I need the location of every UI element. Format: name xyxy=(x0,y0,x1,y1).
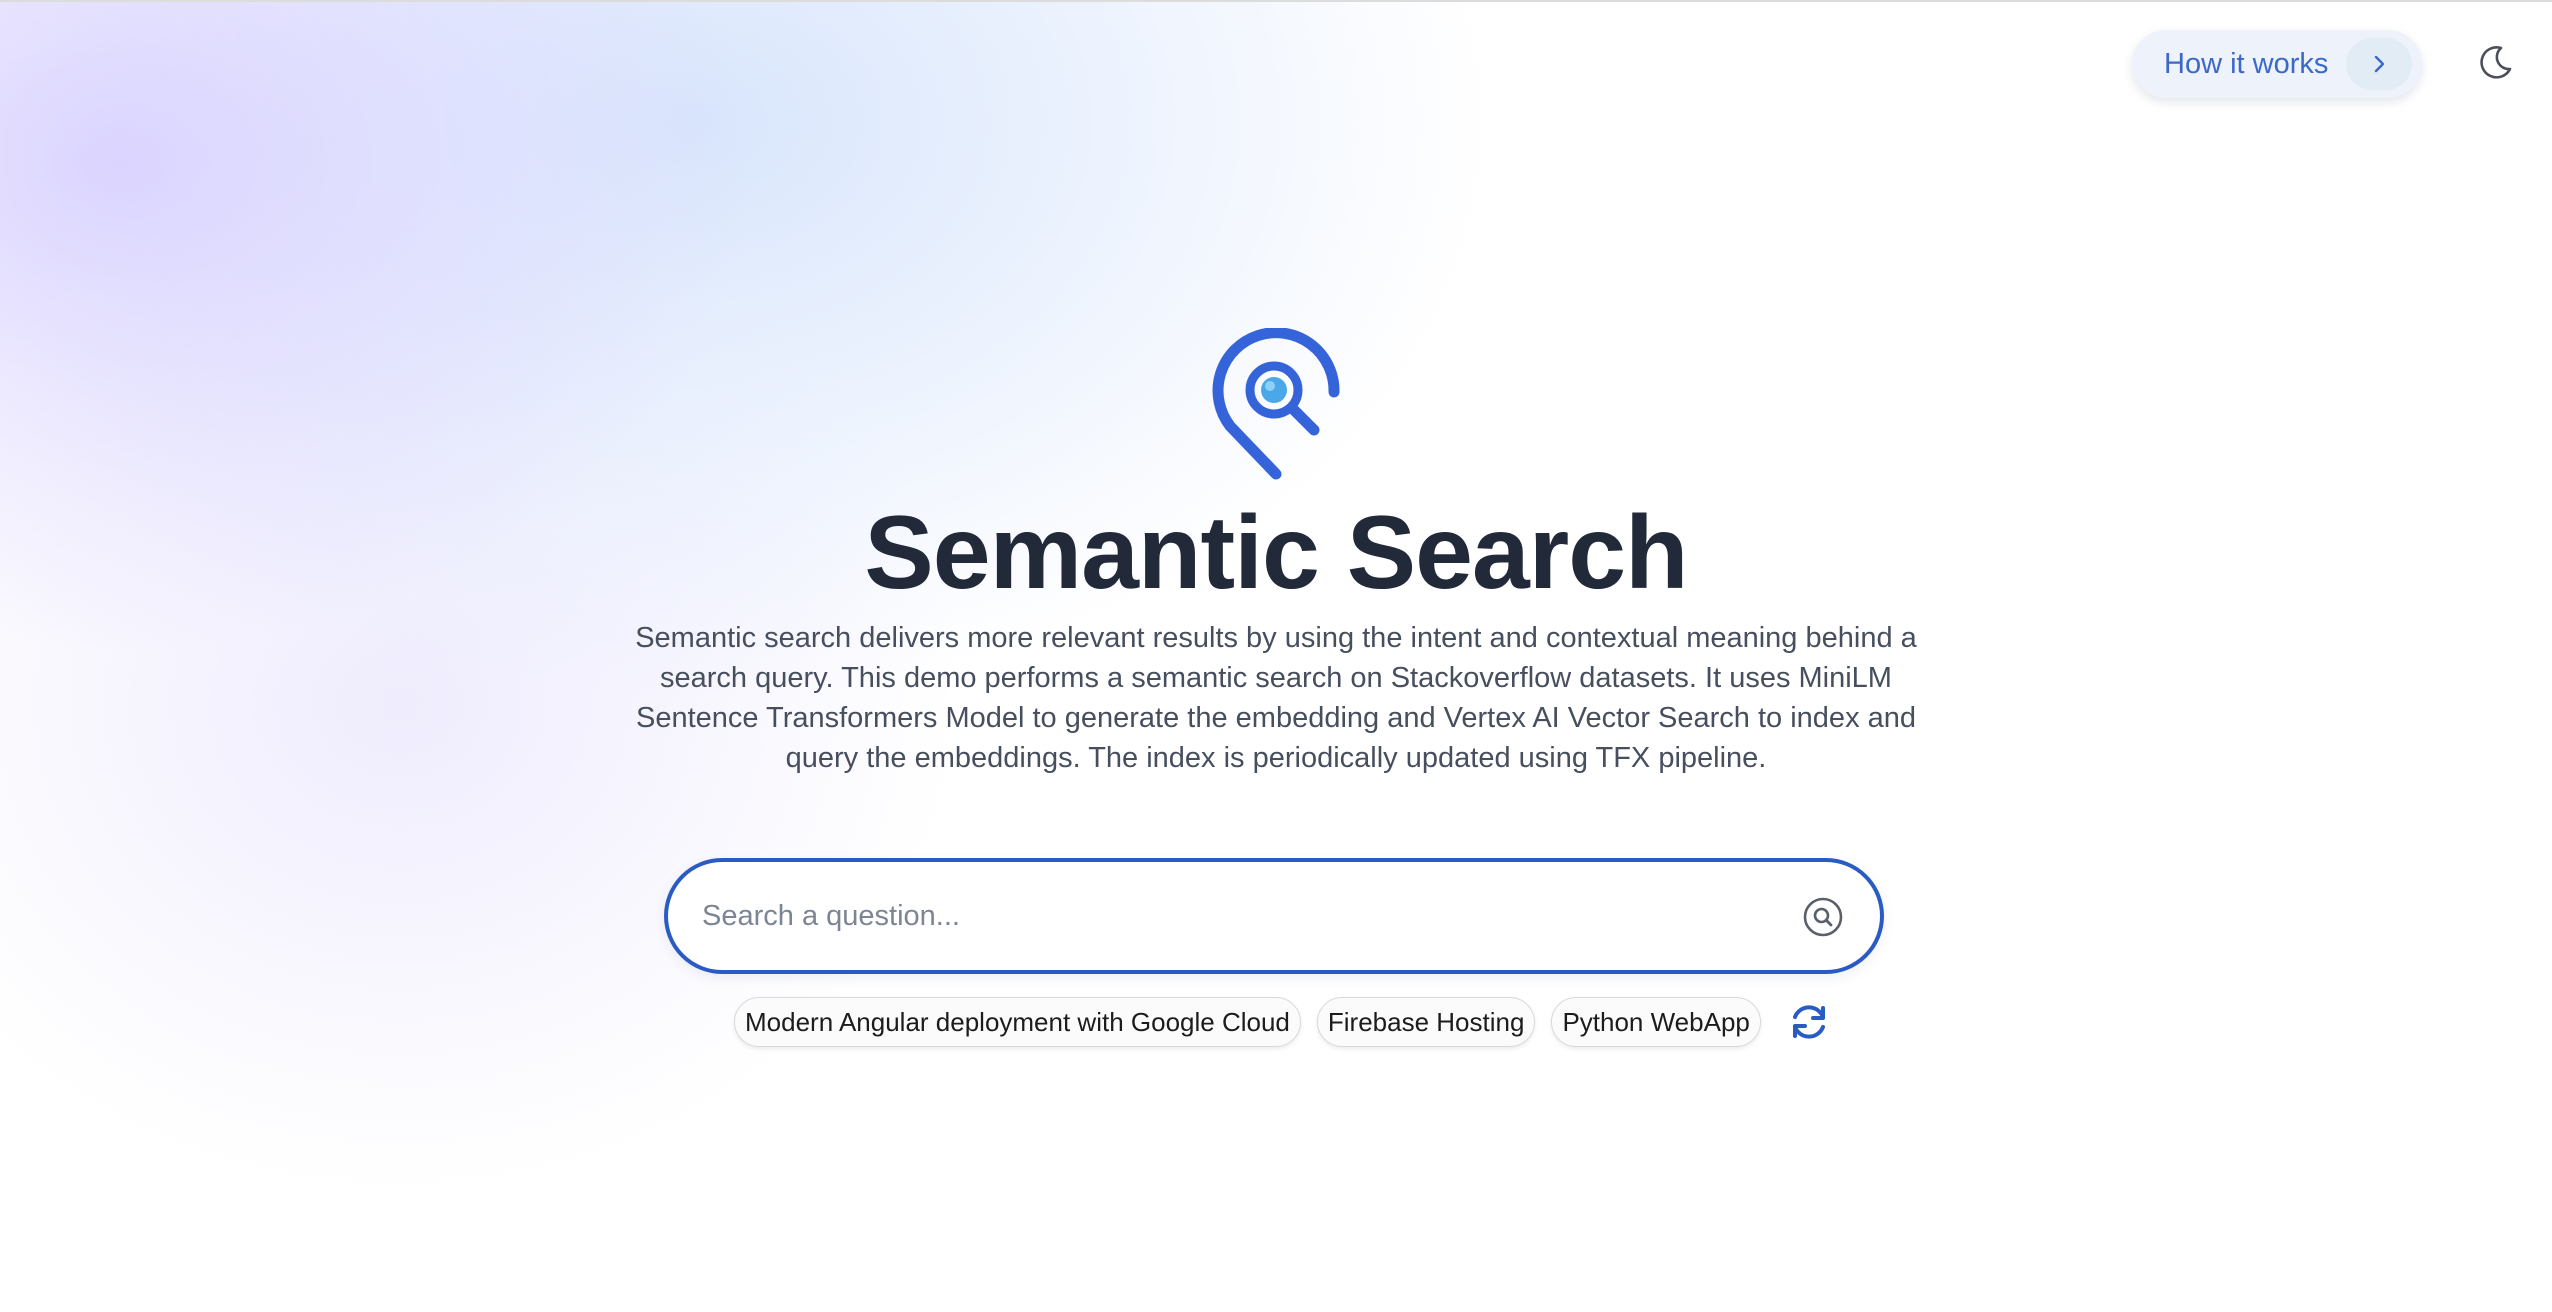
search-input[interactable] xyxy=(700,885,1744,947)
page: How it works Semantic Search Semantic se… xyxy=(0,0,2552,1312)
how-it-works-label: How it works xyxy=(2164,47,2329,80)
search-bar xyxy=(664,858,1884,974)
suggestion-chip[interactable]: Modern Angular deployment with Google Cl… xyxy=(734,997,1301,1047)
moon-icon[interactable] xyxy=(2475,42,2515,82)
search-icon[interactable] xyxy=(1802,896,1844,938)
chevron-right-icon xyxy=(2346,38,2412,90)
location-pin-search-icon xyxy=(1210,327,1342,480)
suggestion-chip[interactable]: Python WebApp xyxy=(1551,997,1761,1047)
refresh-icon[interactable] xyxy=(1787,1000,1831,1044)
how-it-works-button[interactable]: How it works xyxy=(2132,30,2422,98)
suggestion-chip[interactable]: Firebase Hosting xyxy=(1316,997,1536,1047)
page-description: Semantic search delivers more relevant r… xyxy=(635,622,1917,774)
suggestion-chips: Modern Angular deployment with Google Cl… xyxy=(734,996,1831,1048)
page-title: Semantic Search xyxy=(864,495,1688,611)
